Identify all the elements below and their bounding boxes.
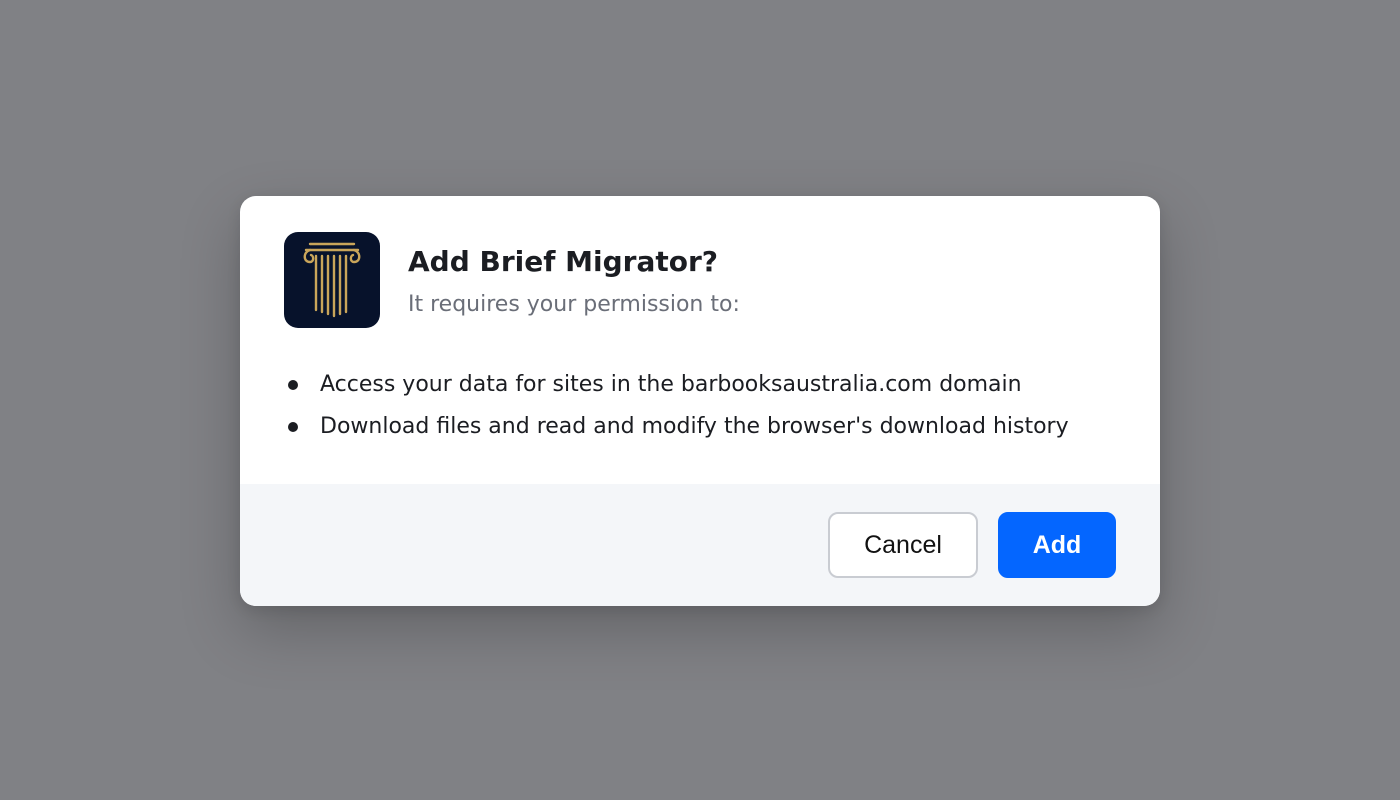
permission-item: Download files and read and modify the b…	[284, 412, 1069, 454]
greek-column-icon	[303, 242, 361, 318]
cancel-button[interactable]: Cancel	[828, 512, 978, 578]
extension-icon	[284, 232, 380, 328]
dialog-title: Add Brief Migrator?	[408, 245, 719, 278]
dialog-body: Add Brief Migrator? It requires your per…	[240, 196, 1160, 484]
add-button[interactable]: Add	[998, 512, 1116, 578]
bullet-icon	[288, 380, 298, 390]
permission-item: Access your data for sites in the barboo…	[284, 370, 1069, 412]
dialog-subtitle: It requires your permission to:	[408, 292, 740, 317]
permission-list: Access your data for sites in the barboo…	[284, 370, 1069, 454]
dialog-footer: Cancel Add	[240, 484, 1160, 606]
bullet-icon	[288, 422, 298, 432]
permission-text: Access your data for sites in the barboo…	[320, 372, 1022, 397]
extension-install-dialog: Add Brief Migrator? It requires your per…	[240, 196, 1160, 606]
permission-text: Download files and read and modify the b…	[320, 414, 1069, 439]
